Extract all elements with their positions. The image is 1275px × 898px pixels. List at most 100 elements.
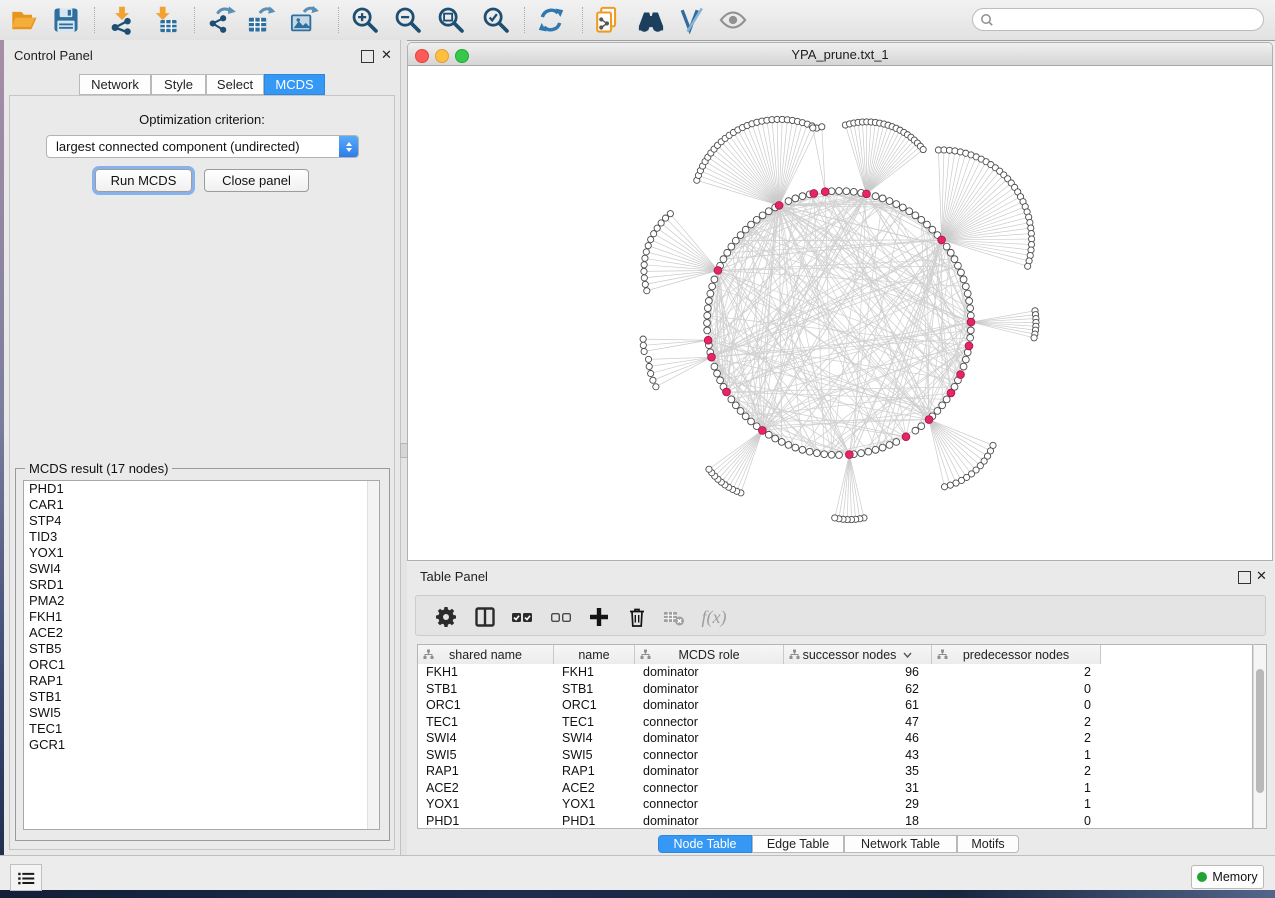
node-table-body: FKH1FKH1dominator962STB1STB1dominator620… xyxy=(418,664,1239,829)
label-visibility-icon[interactable] xyxy=(675,3,709,37)
table-cell: 62 xyxy=(784,681,932,698)
mcds-result-list[interactable]: PHD1CAR1STP4TID3YOX1SWI4SRD1PMA2FKH1ACE2… xyxy=(23,480,380,830)
mcds-result-item[interactable]: GCR1 xyxy=(24,737,379,753)
column-header-mcds-role[interactable]: MCDS role xyxy=(635,645,784,664)
mcds-result-item[interactable]: YOX1 xyxy=(24,545,379,561)
memory-button[interactable]: Memory xyxy=(1191,865,1264,889)
network-document-icon[interactable] xyxy=(590,3,624,37)
mcds-result-item[interactable]: SRD1 xyxy=(24,577,379,593)
mcds-result-item[interactable]: ACE2 xyxy=(24,625,379,641)
tab-style[interactable]: Style xyxy=(151,74,206,95)
criterion-select[interactable]: largest connected component (undirected) xyxy=(46,135,359,158)
network-window-titlebar[interactable]: YPA_prune.txt_1 xyxy=(408,43,1272,66)
table-cell: ACE2 xyxy=(554,780,635,797)
mcds-result-item[interactable]: SWI5 xyxy=(24,705,379,721)
table-scrollbar-thumb[interactable] xyxy=(1256,669,1264,793)
unselect-all-icon[interactable] xyxy=(548,604,574,630)
tab-network-table[interactable]: Network Table xyxy=(844,835,957,853)
table-cell: 29 xyxy=(784,796,932,813)
table-row[interactable]: ORC1ORC1dominator610 xyxy=(418,697,1239,714)
attribute-icon xyxy=(789,649,800,660)
table-cell: PHD1 xyxy=(418,813,554,830)
mcds-list-scrollbar[interactable] xyxy=(367,481,379,829)
tab-network[interactable]: Network xyxy=(79,74,151,95)
table-scrollbar[interactable] xyxy=(1253,644,1267,829)
table-cell: TEC1 xyxy=(554,714,635,731)
add-column-icon[interactable] xyxy=(586,604,612,630)
float-table-panel-icon[interactable] xyxy=(1238,571,1251,584)
network-canvas[interactable] xyxy=(408,66,1272,560)
table-cell: connector xyxy=(635,747,784,764)
criterion-label: Optimization criterion: xyxy=(10,112,394,127)
table-cell: 2 xyxy=(932,664,1101,681)
column-header-shared-name[interactable]: shared name xyxy=(418,645,554,664)
table-row[interactable]: YOX1YOX1connector291 xyxy=(418,796,1239,813)
zoom-in-icon[interactable] xyxy=(348,3,382,37)
table-row[interactable]: PHD1PHD1dominator180 xyxy=(418,813,1239,830)
mcds-result-item[interactable]: PMA2 xyxy=(24,593,379,609)
column-header-successor-nodes[interactable]: successor nodes xyxy=(784,645,932,664)
zoom-fit-icon[interactable] xyxy=(434,3,468,37)
task-history-button[interactable] xyxy=(10,864,42,891)
export-table-icon[interactable] xyxy=(244,3,278,37)
search-input[interactable] xyxy=(994,10,1263,29)
mcds-tab-content: Optimization criterion: largest connecte… xyxy=(9,95,395,850)
overview-binoculars-icon[interactable] xyxy=(634,3,668,37)
table-row[interactable]: SWI5SWI5connector431 xyxy=(418,747,1239,764)
import-network-icon[interactable] xyxy=(105,3,139,37)
table-cell: RAP1 xyxy=(554,763,635,780)
tab-node-table[interactable]: Node Table xyxy=(658,835,752,853)
mcds-result-item[interactable]: TEC1 xyxy=(24,721,379,737)
table-cell: connector xyxy=(635,796,784,813)
mcds-result-item[interactable]: STP4 xyxy=(24,513,379,529)
table-cell: connector xyxy=(635,714,784,731)
status-bar: Memory xyxy=(0,855,1275,890)
column-header-predecessor-nodes[interactable]: predecessor nodes xyxy=(932,645,1101,664)
mcds-result-item[interactable]: CAR1 xyxy=(24,497,379,513)
tab-mcds[interactable]: MCDS xyxy=(264,74,325,95)
mcds-result-item[interactable]: STB1 xyxy=(24,689,379,705)
graphics-details-eye-icon[interactable] xyxy=(716,3,750,37)
table-cell: 18 xyxy=(784,813,932,830)
split-columns-icon[interactable] xyxy=(472,604,498,630)
table-row[interactable]: FKH1FKH1dominator962 xyxy=(418,664,1239,681)
zoom-out-icon[interactable] xyxy=(391,3,425,37)
mcds-result-item[interactable]: FKH1 xyxy=(24,609,379,625)
mcds-result-item[interactable]: TID3 xyxy=(24,529,379,545)
open-session-icon[interactable] xyxy=(8,3,42,37)
refresh-icon[interactable] xyxy=(534,3,568,37)
close-table-panel-icon[interactable]: ✕ xyxy=(1256,569,1267,583)
table-settings-gear-icon[interactable] xyxy=(433,604,459,630)
save-session-icon[interactable] xyxy=(49,3,83,37)
table-row[interactable]: ACE2ACE2connector311 xyxy=(418,780,1239,797)
mcds-result-item[interactable]: STB5 xyxy=(24,641,379,657)
run-mcds-button[interactable]: Run MCDS xyxy=(95,169,192,192)
select-all-icon[interactable] xyxy=(509,604,535,630)
close-panel-button[interactable]: Close panel xyxy=(204,169,309,192)
tab-select[interactable]: Select xyxy=(206,74,264,95)
mcds-result-item[interactable]: ORC1 xyxy=(24,657,379,673)
table-cell: ORC1 xyxy=(554,697,635,714)
table-row[interactable]: TEC1TEC1connector472 xyxy=(418,714,1239,731)
table-row[interactable]: RAP1RAP1dominator352 xyxy=(418,763,1239,780)
table-cell: 0 xyxy=(932,681,1101,698)
mcds-result-item[interactable]: RAP1 xyxy=(24,673,379,689)
float-window-icon[interactable] xyxy=(361,50,374,63)
close-panel-icon[interactable]: ✕ xyxy=(381,48,392,62)
control-panel: Control Panel ✕ Network Style Select MCD… xyxy=(4,40,401,855)
table-row[interactable]: SWI4SWI4dominator462 xyxy=(418,730,1239,747)
import-table-icon[interactable] xyxy=(148,3,182,37)
table-cell: dominator xyxy=(635,813,784,830)
export-network-icon[interactable] xyxy=(205,3,239,37)
tab-motifs[interactable]: Motifs xyxy=(957,835,1019,853)
table-panel: Table Panel ✕ f(x) shared name name xyxy=(407,563,1275,855)
table-cell: dominator xyxy=(635,697,784,714)
table-row[interactable]: STB1STB1dominator620 xyxy=(418,681,1239,698)
tab-edge-table[interactable]: Edge Table xyxy=(752,835,844,853)
mcds-result-item[interactable]: PHD1 xyxy=(24,481,379,497)
zoom-selected-icon[interactable] xyxy=(479,3,513,37)
export-image-icon[interactable] xyxy=(287,3,321,37)
column-header-name[interactable]: name xyxy=(554,645,635,664)
mcds-result-item[interactable]: SWI4 xyxy=(24,561,379,577)
delete-column-trash-icon[interactable] xyxy=(624,604,650,630)
